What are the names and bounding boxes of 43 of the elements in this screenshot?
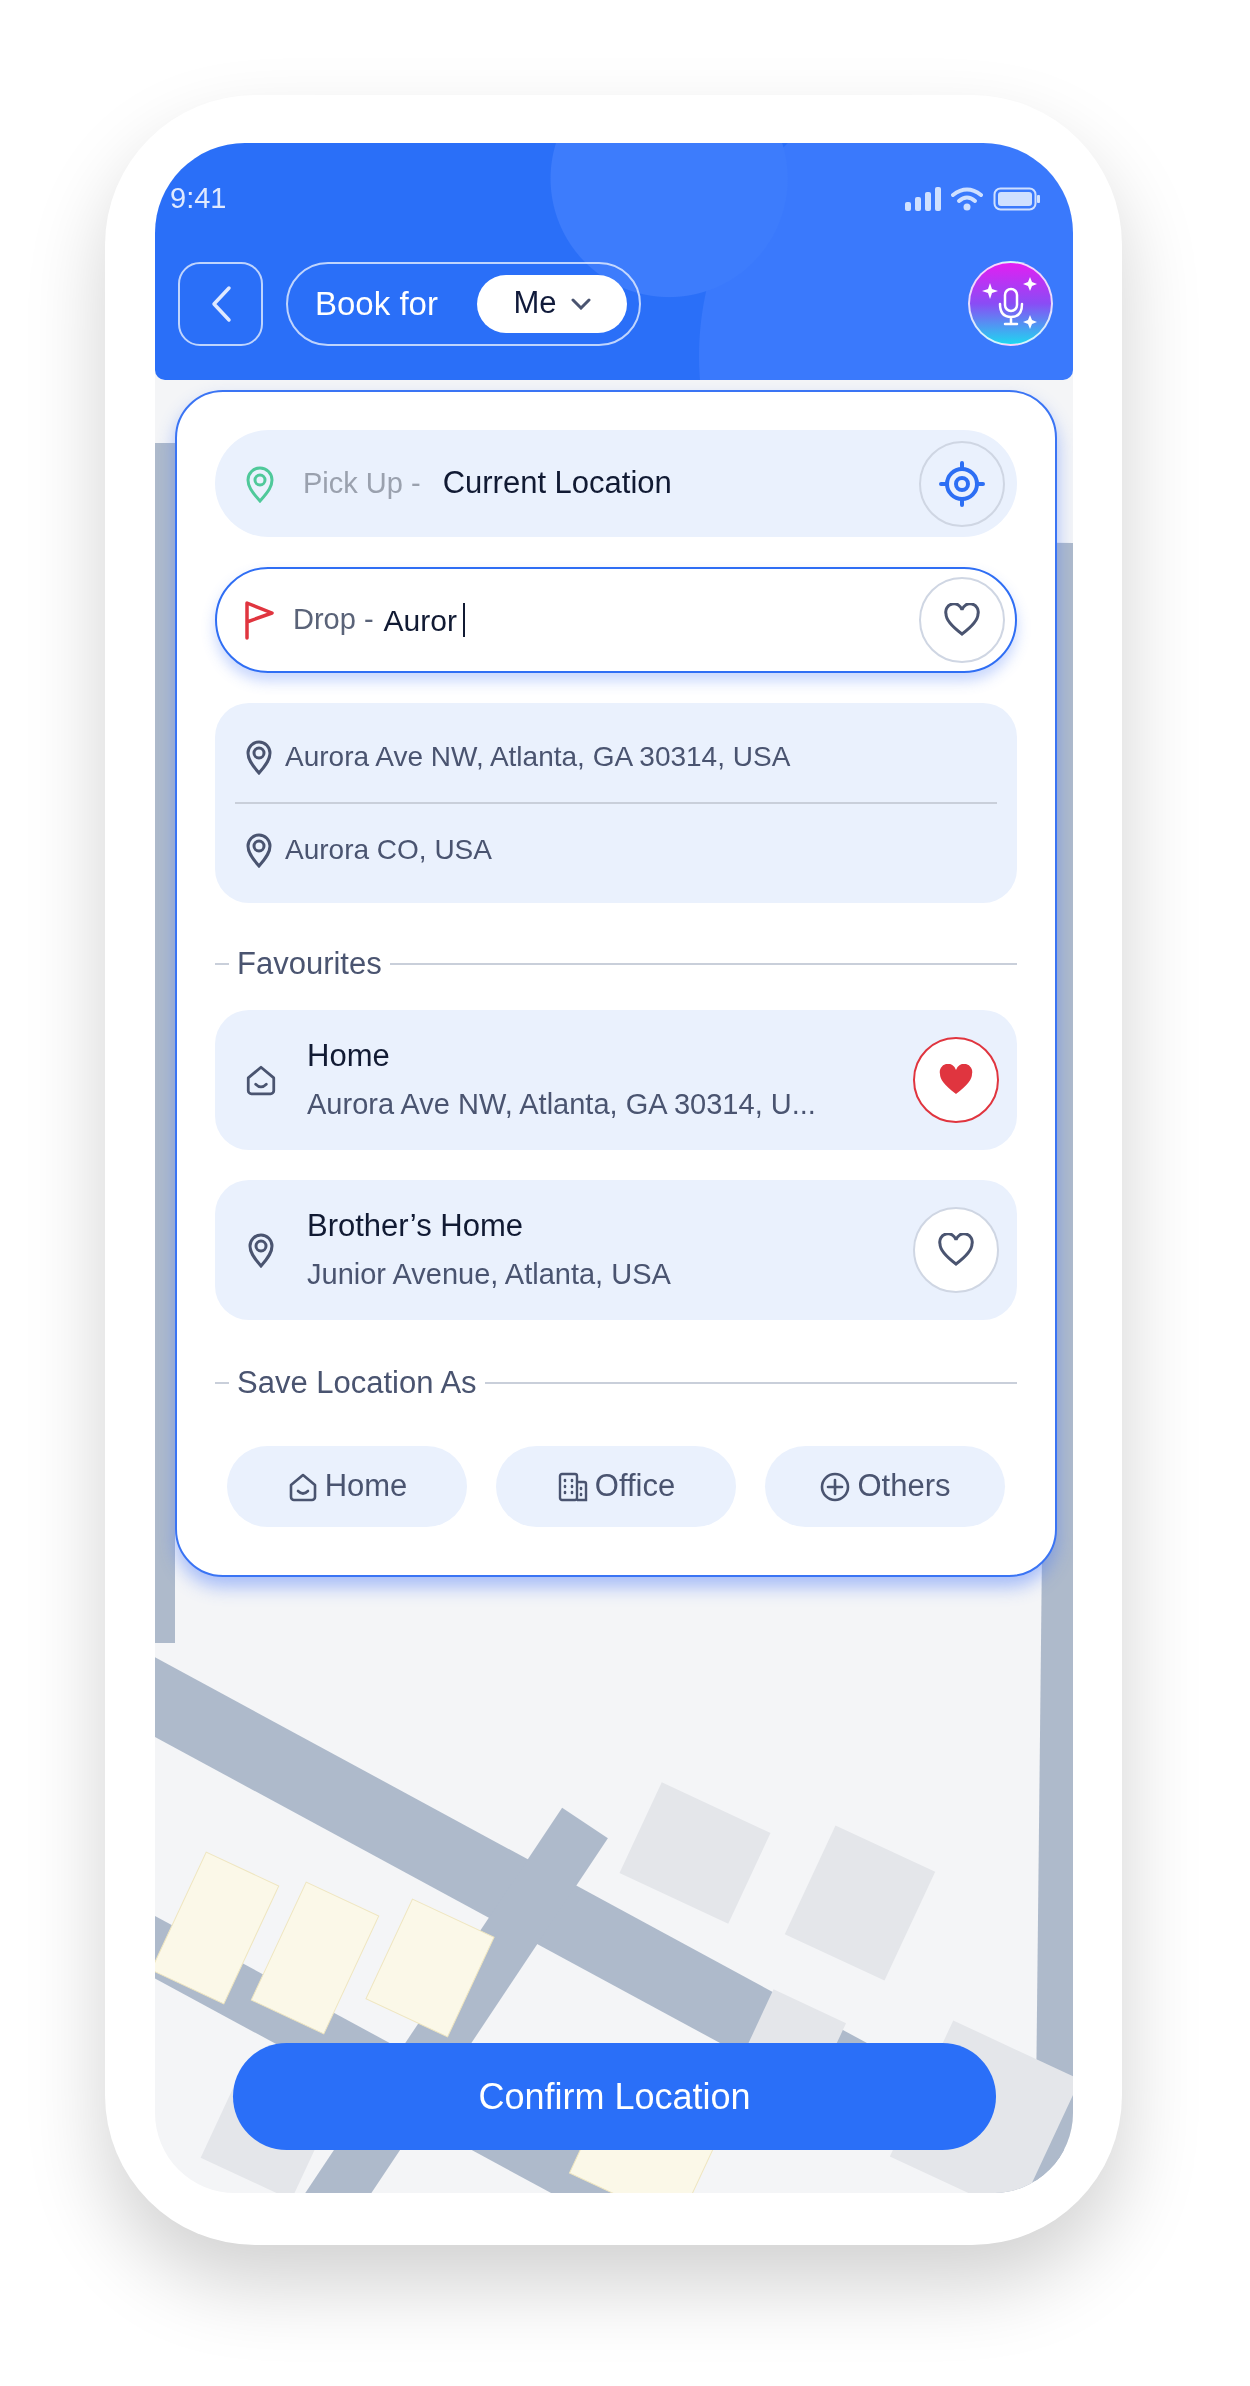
- favourite-place[interactable]: Brother’s Home Junior Avenue, Atlanta, USA: [215, 1179, 1017, 1320]
- location-pin-icon: [245, 831, 273, 868]
- chevron-down-icon: [570, 297, 591, 310]
- save-as-chip[interactable]: Others: [765, 1446, 1005, 1527]
- drop-value: Auror: [383, 602, 457, 639]
- suggestion-item[interactable]: Aurora CO, USA: [285, 828, 492, 871]
- flag-icon: [243, 600, 275, 640]
- wifi-icon: [951, 187, 983, 211]
- plus-circle-icon: [819, 1470, 852, 1503]
- suggestion-item[interactable]: Aurora Ave NW, Atlanta, GA 30314, USA: [285, 735, 791, 778]
- book-for-label: Book for: [315, 283, 438, 324]
- back-icon: [209, 284, 232, 323]
- building-icon: [556, 1470, 589, 1503]
- status-time: 9:41: [170, 181, 227, 217]
- pickup-value: Current Location: [442, 464, 672, 503]
- battery-icon: [993, 187, 1041, 211]
- drop-label: Drop -: [293, 602, 374, 638]
- back-button[interactable]: [178, 261, 263, 346]
- location-pin-icon: [247, 1231, 275, 1268]
- place-name: Brother’s Home: [307, 1206, 524, 1245]
- book-for-selector[interactable]: Book for Me: [286, 261, 641, 346]
- section-heading: Favourites: [237, 945, 382, 983]
- save-as-chip[interactable]: Home: [227, 1446, 467, 1527]
- pickup-label: Pick Up -: [303, 465, 421, 501]
- drop-field[interactable]: Drop - Auror: [215, 567, 1017, 673]
- current-location-button[interactable]: [919, 440, 1005, 527]
- confirm-location-button[interactable]: Confirm Location: [233, 2043, 996, 2150]
- section-heading: Save Location As: [237, 1363, 477, 1402]
- text-cursor: [462, 603, 465, 637]
- location-pin-icon: [245, 738, 273, 775]
- save-as-chip[interactable]: Office: [496, 1446, 736, 1527]
- person-dropdown[interactable]: Me: [477, 274, 627, 333]
- place-name: Home: [307, 1036, 391, 1075]
- place-address: Junior Avenue, Atlanta, USA: [307, 1257, 671, 1292]
- heart-outline-icon: [937, 1232, 975, 1267]
- place-address: Aurora Ave NW, Atlanta, GA 30314, U...: [307, 1087, 816, 1122]
- location-pin-icon: [245, 464, 275, 503]
- heart-icon: [938, 1063, 974, 1096]
- favourite-place[interactable]: Home Aurora Ave NW, Atlanta, GA 30314, U...: [215, 1009, 1017, 1150]
- crosshair-icon: [939, 460, 985, 507]
- pickup-field[interactable]: Pick Up - Current Location: [215, 430, 1017, 537]
- signal-icon: [905, 187, 941, 211]
- heart-outline-icon: [943, 603, 981, 637]
